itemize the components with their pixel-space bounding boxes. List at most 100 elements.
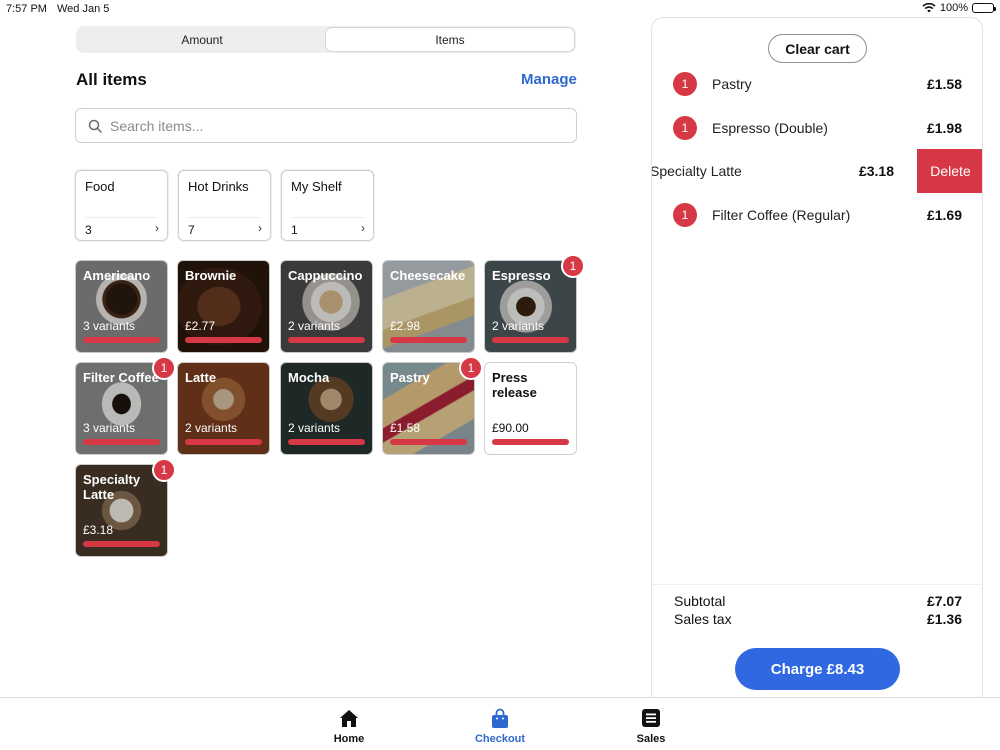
cart-panel: Clear cart 1 Pastry £1.58 1 Espresso (Do… [651,17,983,707]
product-subtitle: £2.77 [185,319,216,333]
product-color-bar [288,439,365,445]
product-tile-cappuccino[interactable]: Cappuccino 2 variants [280,260,373,353]
delete-button[interactable]: Delete [917,149,982,193]
product-name: Specialty Latte [83,472,141,502]
quantity-badge: 1 [673,116,697,140]
line-item-name: Specialty Latte [651,163,742,179]
status-time: 7:57 PM [6,3,47,15]
charge-button[interactable]: Charge £8.43 [735,648,900,690]
battery-icon [972,3,996,13]
home-icon [340,710,358,727]
product-subtitle: £3.18 [83,523,114,537]
chevron-right-icon: › [155,221,159,235]
mode-segmented-control: Amount Items [76,26,576,53]
tab-sales[interactable]: Sales [611,707,691,745]
product-subtitle: 2 variants [288,421,341,435]
manage-link[interactable]: Manage [521,71,577,88]
product-color-bar [83,541,160,547]
category-count: 3 [85,223,92,237]
cart-count-badge: 1 [561,254,585,278]
product-tile-pastry[interactable]: Pastry £1.58 1 [382,356,483,455]
line-item-price: £1.98 [926,120,962,136]
line-item-price: £3.18 [858,163,894,179]
product-tile-latte[interactable]: Latte 2 variants [177,362,270,455]
wifi-icon [922,3,936,13]
line-item-price: £1.69 [926,207,962,223]
product-color-bar [492,337,569,343]
category-list: Food 3 › Hot Drinks 7 › My Shelf 1 › [75,170,374,241]
product-tile-brownie[interactable]: Brownie £2.77 [177,260,270,353]
tab-label: Checkout [474,733,526,745]
line-item-price: £1.58 [926,76,962,92]
product-subtitle: 2 variants [288,319,341,333]
cart-count-badge: 1 [459,356,483,380]
tab-checkout[interactable]: Checkout [460,707,540,745]
product-subtitle: 2 variants [492,319,545,333]
category-name: Food [85,179,115,194]
category-hot-drinks[interactable]: Hot Drinks 7 › [178,170,271,241]
status-right: 100% [922,2,996,14]
product-color-bar [185,337,262,343]
sales-tax-row: Sales tax £1.36 [674,611,962,627]
product-subtitle: 3 variants [83,421,136,435]
tab-bar: Home Checkout Sales [0,697,1000,750]
list-icon [642,709,660,727]
product-color-bar [492,439,569,445]
product-color-bar [83,337,160,343]
cart-line-item-swiped[interactable]: Specialty Latte £3.18 Delete [651,149,982,193]
category-name: Hot Drinks [188,179,249,194]
product-tile-espresso[interactable]: Espresso 2 variants 1 [484,254,585,353]
product-color-bar [288,337,365,343]
category-food[interactable]: Food 3 › [75,170,168,241]
chevron-right-icon: › [361,221,365,235]
product-color-bar [390,439,467,445]
subtotal-row: Subtotal £7.07 [674,593,962,609]
product-name: Brownie [185,268,237,283]
tab-label: Sales [636,733,666,745]
product-name: Cappuccino [288,268,363,283]
product-subtitle: £90.00 [492,421,529,435]
bag-icon [492,708,508,728]
product-color-bar [185,439,262,445]
product-tile-cheesecake[interactable]: Cheesecake £2.98 [382,260,475,353]
search-input[interactable] [110,117,550,134]
cart-count-badge: 1 [152,458,176,482]
sales-tax-value: £1.36 [926,611,962,627]
product-name: Latte [185,370,217,385]
product-tile-specialty-latte[interactable]: Specialty Latte £3.18 1 [75,458,176,557]
sales-tax-label: Sales tax [674,611,732,627]
product-name: Americano [83,268,151,283]
product-name: Mocha [288,370,330,385]
quantity-badge: 1 [673,72,697,96]
battery-percent: 100% [939,2,968,14]
cart-line-item[interactable]: 1 Espresso (Double) £1.98 [652,106,982,150]
quantity-badge: 1 [673,203,697,227]
search-icon [88,119,102,133]
product-name: Cheesecake [390,268,466,283]
search-field[interactable] [75,108,577,143]
tab-home[interactable]: Home [309,707,389,745]
cart-totals: Subtotal £7.07 Sales tax £1.36 [652,584,982,627]
product-name: Press release [492,370,537,400]
subtotal-label: Subtotal [674,593,726,609]
product-tile-filter-coffee[interactable]: Filter Coffee 3 variants 1 [75,356,176,455]
product-color-bar [390,337,467,343]
page-title: All items [76,70,147,89]
clear-cart-button[interactable]: Clear cart [768,34,867,63]
segment-amount[interactable]: Amount [78,28,326,51]
segment-items[interactable]: Items [326,28,574,51]
chevron-right-icon: › [258,221,262,235]
tab-label: Home [333,733,365,745]
product-tile-americano[interactable]: Americano 3 variants [75,260,168,353]
cart-line-item[interactable]: 1 Filter Coffee (Regular) £1.69 [652,193,982,237]
cart-count-badge: 1 [152,356,176,380]
category-my-shelf[interactable]: My Shelf 1 › [281,170,374,241]
product-subtitle: £2.98 [390,319,421,333]
category-count: 7 [188,223,195,237]
category-count: 1 [291,223,298,237]
line-item-name: Espresso (Double) [712,120,828,136]
product-subtitle: 3 variants [83,319,136,333]
product-tile-mocha[interactable]: Mocha 2 variants [280,362,373,455]
product-tile-press-release[interactable]: Press release £90.00 [484,362,577,455]
cart-line-item[interactable]: 1 Pastry £1.58 [652,62,982,106]
